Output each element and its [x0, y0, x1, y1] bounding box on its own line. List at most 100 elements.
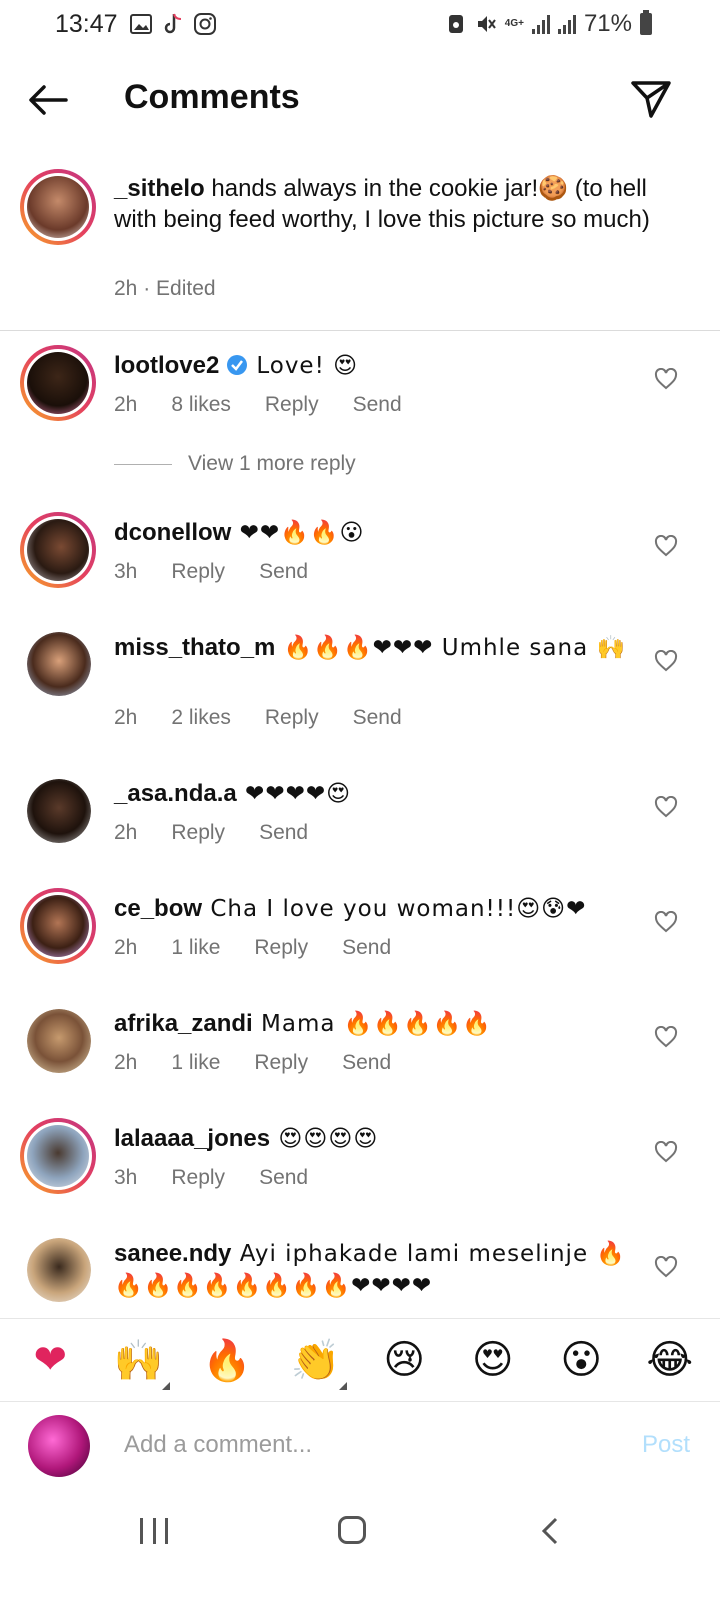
comment-time: 3h	[114, 560, 138, 583]
comment-time: 2h	[114, 1051, 138, 1074]
comment-text: sanee.ndy Ayi iphakade lami meselinje 🔥🔥…	[114, 1238, 654, 1302]
avatar[interactable]	[20, 888, 96, 964]
heart-outline-icon	[654, 534, 678, 557]
reply-button[interactable]: Reply	[265, 706, 319, 730]
like-button[interactable]	[654, 367, 680, 392]
system-nav-bar	[0, 1500, 720, 1600]
send-link[interactable]: Send	[342, 936, 391, 960]
divider	[0, 330, 720, 331]
comment-body: ❤❤🔥🔥😮	[231, 520, 365, 546]
avatar[interactable]	[20, 169, 96, 245]
comment-text: lootlove2 Love! 😍	[114, 350, 654, 382]
avatar[interactable]	[20, 345, 96, 421]
like-button[interactable]	[654, 910, 680, 935]
avatar[interactable]	[20, 1118, 96, 1194]
share-button[interactable]	[630, 78, 672, 120]
like-count[interactable]: 1 like	[171, 936, 220, 960]
signal-icon	[531, 14, 550, 34]
page-title: Comments	[124, 78, 300, 116]
comment-username[interactable]: lalaaaa_jones	[114, 1125, 270, 1152]
send-link[interactable]: Send	[342, 1051, 391, 1075]
back-button[interactable]	[26, 80, 70, 120]
comment-username[interactable]: lootlove2	[114, 352, 219, 379]
comment-username[interactable]: miss_thato_m	[114, 634, 275, 661]
view-more-label: View 1 more reply	[188, 452, 356, 475]
comment-input[interactable]	[124, 1431, 584, 1459]
caption-text: _sithelo hands always in the cookie jar!…	[114, 173, 654, 235]
status-notification-icons	[130, 12, 216, 36]
send-link[interactable]: Send	[259, 560, 308, 584]
post-button[interactable]: Post	[642, 1431, 690, 1459]
reaction-crying[interactable]: 😢	[369, 1337, 439, 1383]
reaction-clap[interactable]: 👏	[281, 1337, 351, 1390]
status-system-icons: 4G+ 71%	[445, 10, 652, 38]
reply-button[interactable]: Reply	[254, 936, 308, 960]
view-more-replies[interactable]: View 1 more reply	[114, 452, 356, 476]
gallery-icon	[130, 12, 152, 36]
comment-body: 🔥🔥🔥❤❤❤ Umhle sana 🙌	[275, 635, 627, 661]
send-link[interactable]: Send	[353, 393, 402, 417]
comment-text: lalaaaa_jones 😍😍😍😍	[114, 1123, 654, 1155]
reply-button[interactable]: Reply	[171, 560, 225, 584]
reaction-raised-hands[interactable]: 🙌	[104, 1337, 174, 1390]
send-link[interactable]: Send	[353, 706, 402, 730]
avatar[interactable]	[27, 1009, 91, 1073]
avatar[interactable]	[27, 632, 91, 696]
like-button[interactable]	[654, 1255, 680, 1280]
comment-meta: 3h Reply Send	[114, 560, 342, 584]
comment-text: afrika_zandi Mama 🔥🔥🔥🔥🔥	[114, 1008, 654, 1040]
comment-text: miss_thato_m 🔥🔥🔥❤❤❤ Umhle sana 🙌	[114, 632, 654, 664]
comment-meta: 2h 8 likes Reply Send	[114, 393, 436, 417]
comment-username[interactable]: _asa.nda.a	[114, 780, 237, 807]
reply-button[interactable]: Reply	[171, 821, 225, 845]
comment-body: ❤❤❤❤😍	[236, 781, 352, 807]
caption-username[interactable]: _sithelo	[114, 175, 205, 202]
comment-username[interactable]: sanee.ndy	[114, 1240, 231, 1267]
reaction-fire[interactable]: 🔥	[192, 1337, 262, 1384]
comment-meta: 3h Reply Send	[114, 1166, 342, 1190]
comment-username[interactable]: afrika_zandi	[114, 1010, 253, 1037]
heart-outline-icon	[654, 795, 678, 818]
like-count[interactable]: 8 likes	[171, 393, 231, 417]
header: Comments	[0, 60, 720, 140]
paper-plane-icon	[631, 81, 671, 118]
like-button[interactable]	[654, 795, 680, 820]
reply-button[interactable]: Reply	[254, 1051, 308, 1075]
heart-outline-icon	[654, 1140, 678, 1163]
nav-back-button[interactable]	[540, 1516, 560, 1546]
comment-text: _asa.nda.a ❤❤❤❤😍	[114, 778, 654, 810]
recycle-icon	[445, 12, 467, 36]
verified-badge-icon	[226, 352, 248, 379]
send-link[interactable]: Send	[259, 1166, 308, 1190]
send-link[interactable]: Send	[259, 821, 308, 845]
reaction-heart-eyes[interactable]: 😍	[458, 1337, 528, 1383]
heart-outline-icon	[654, 910, 678, 933]
avatar[interactable]	[27, 779, 91, 843]
like-button[interactable]	[654, 1140, 680, 1165]
comment-meta: 2h 1 like Reply Send	[114, 936, 425, 960]
avatar[interactable]	[27, 1238, 91, 1302]
reply-button[interactable]: Reply	[171, 1166, 225, 1190]
like-count[interactable]: 1 like	[171, 1051, 220, 1075]
comment-body: Love! 😍	[248, 353, 359, 379]
skin-tone-indicator	[161, 1381, 170, 1390]
reaction-heart[interactable]: ❤	[15, 1337, 85, 1383]
comment-meta: 2h 2 likes Reply Send	[114, 706, 436, 730]
status-time: 13:47	[55, 10, 118, 38]
recent-apps-button[interactable]	[140, 1518, 168, 1544]
like-button[interactable]	[654, 534, 680, 559]
reply-button[interactable]: Reply	[265, 393, 319, 417]
comment-username[interactable]: dconellow	[114, 519, 231, 546]
like-count[interactable]: 2 likes	[171, 706, 231, 730]
comment-username[interactable]: ce_bow	[114, 895, 202, 922]
reaction-surprised[interactable]: 😮	[546, 1337, 616, 1383]
like-button[interactable]	[654, 1025, 680, 1050]
avatar[interactable]	[20, 512, 96, 588]
quick-reaction-bar: ❤ 🙌 🔥 👏 😢 😍 😮 😂	[0, 1318, 720, 1402]
reaction-laughing[interactable]: 😂	[635, 1337, 705, 1383]
like-button[interactable]	[654, 649, 680, 674]
comment-time: 2h	[114, 821, 138, 844]
home-button[interactable]	[338, 1516, 366, 1544]
instagram-icon	[194, 12, 216, 36]
comment-time: 3h	[114, 1166, 138, 1189]
